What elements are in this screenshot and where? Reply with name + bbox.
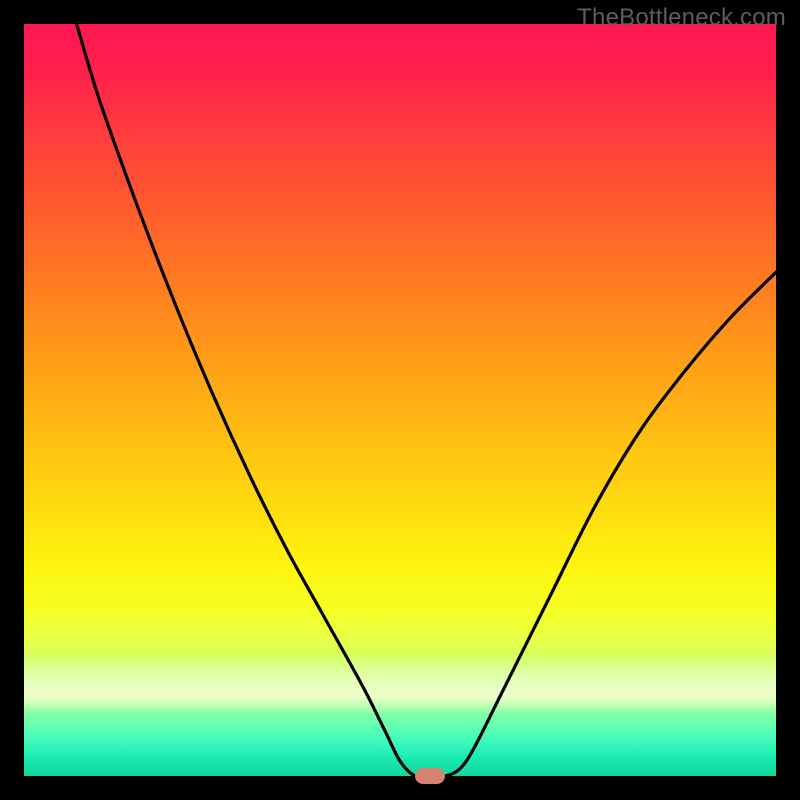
bottleneck-curve <box>77 24 776 777</box>
plot-area <box>24 24 776 776</box>
curve-layer <box>24 24 776 776</box>
watermark-text: TheBottleneck.com <box>577 4 786 32</box>
chart-frame: TheBottleneck.com <box>0 0 800 800</box>
